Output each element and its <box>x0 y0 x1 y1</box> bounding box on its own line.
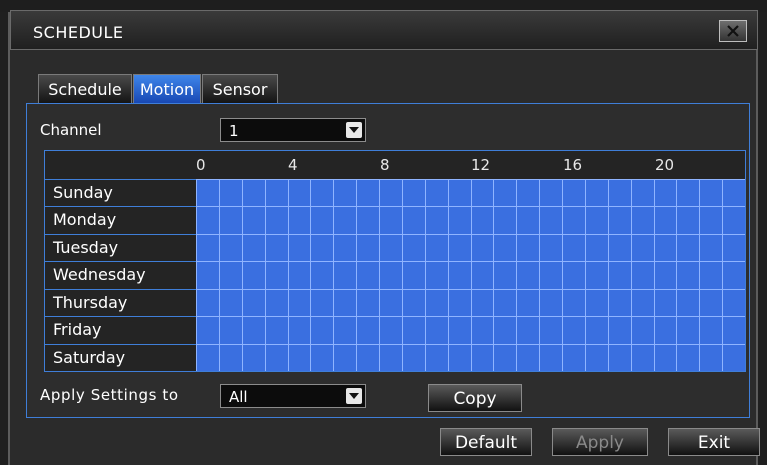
apply-to-select[interactable]: All <box>220 384 366 408</box>
hour-label: 0 <box>196 156 206 174</box>
row-divider <box>45 344 196 345</box>
tab-schedule[interactable]: Schedule <box>38 74 132 104</box>
hour-header: 0 4 8 12 16 20 <box>45 151 745 180</box>
row-divider <box>45 261 196 262</box>
tab-motion[interactable]: Motion <box>133 74 201 104</box>
apply-button[interactable]: Apply <box>552 428 648 456</box>
day-label-friday: Friday <box>53 320 102 339</box>
channel-value: 1 <box>229 122 239 140</box>
day-label-thursday: Thursday <box>53 293 128 312</box>
apply-to-value: All <box>229 388 248 406</box>
row-divider <box>45 289 196 290</box>
title-bar: SCHEDULE <box>10 10 758 50</box>
channel-select[interactable]: 1 <box>220 118 366 142</box>
row-divider <box>45 234 196 235</box>
default-button[interactable]: Default <box>440 428 532 456</box>
tab-sensor[interactable]: Sensor <box>202 74 278 104</box>
hour-label: 16 <box>563 156 583 174</box>
day-label-monday: Monday <box>53 210 117 229</box>
chevron-down-icon <box>346 122 362 138</box>
day-label-tuesday: Tuesday <box>53 238 119 257</box>
chevron-down-icon <box>346 388 362 404</box>
day-label-wednesday: Wednesday <box>53 265 146 284</box>
window-title: SCHEDULE <box>33 23 124 42</box>
schedule-cells-fill[interactable] <box>196 179 745 371</box>
hour-label: 4 <box>288 156 298 174</box>
hour-label: 12 <box>471 156 491 174</box>
row-divider <box>45 316 196 317</box>
close-button[interactable] <box>719 20 747 42</box>
schedule-grid[interactable]: 0 4 8 12 16 20 Sunday Monday Tuesday Wed… <box>44 150 746 372</box>
copy-button[interactable]: Copy <box>428 384 522 412</box>
apply-settings-label: Apply Settings to <box>40 386 179 404</box>
hour-label: 20 <box>655 156 675 174</box>
close-icon <box>727 25 739 37</box>
day-label-sunday: Sunday <box>53 183 113 202</box>
row-divider <box>45 206 196 207</box>
hour-label: 8 <box>380 156 390 174</box>
day-label-saturday: Saturday <box>53 348 126 367</box>
channel-label: Channel <box>40 121 102 139</box>
time-cells[interactable] <box>196 179 745 371</box>
exit-button[interactable]: Exit <box>668 428 760 456</box>
